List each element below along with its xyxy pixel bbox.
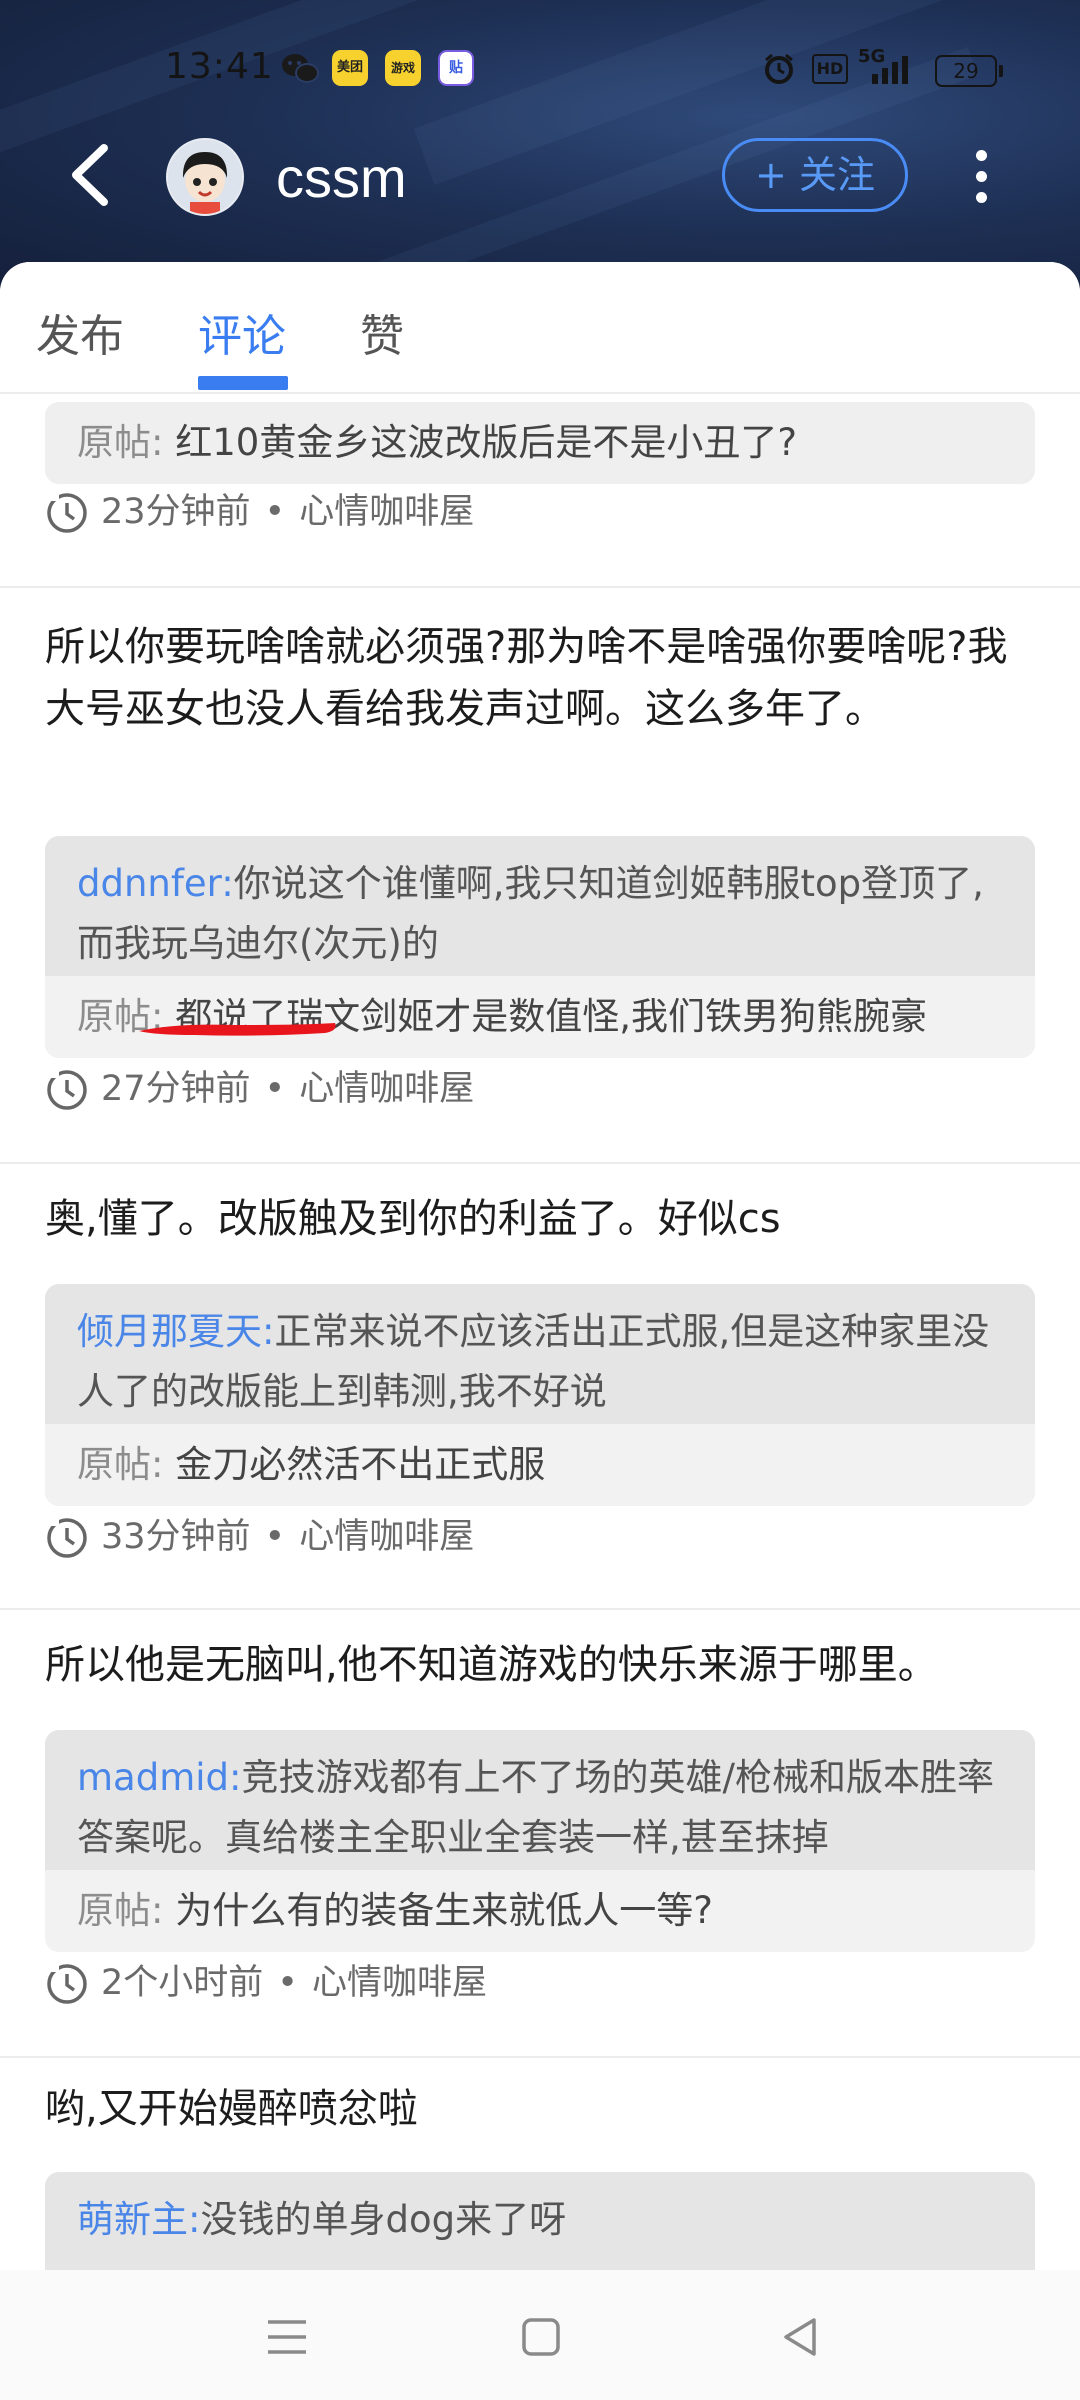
red-underline-mark: [139, 1023, 336, 1036]
origin-post-box[interactable]: 原帖: 红10黄金乡这波改版后是不是小丑了?: [45, 402, 1035, 484]
quoted-reply-box[interactable]: madmid:竞技游戏都有上不了场的英雄/枪械和版本胜率答案呢。真给楼主全职业全…: [45, 1730, 1035, 1952]
reply-username[interactable]: madmid:: [77, 1756, 241, 1799]
status-bar: 13:41 美团 游戏 贴 HD 5G 29: [0, 40, 1080, 100]
reply-username[interactable]: 萌新主:: [77, 2198, 200, 2241]
back-triangle-icon[interactable]: [776, 2312, 826, 2362]
quoted-reply-box[interactable]: 萌新主:没钱的单身dog来了呀: [45, 2172, 1035, 2270]
comment-meta: 23分钟前 • 心情咖啡屋: [45, 487, 474, 537]
comment-time: 27分钟前: [101, 1069, 251, 1109]
alarm-icon: [765, 53, 793, 84]
comment-time: 33分钟前: [101, 1517, 251, 1557]
comment-text: 奥,懂了。改版触及到你的利益了。好似cs: [45, 1196, 781, 1242]
origin-label: 原帖:: [77, 1443, 164, 1486]
comment-time: 2个小时前: [101, 1963, 264, 2003]
origin-text: 红10黄金乡这波改版后是不是小丑了?: [175, 421, 797, 464]
avatar-image: [168, 140, 242, 214]
divider: [0, 1162, 1080, 1164]
tab-active-indicator: [198, 376, 288, 390]
profile-header: 13:41 美团 游戏 贴 HD 5G 29 cssm + 关注: [0, 0, 1080, 290]
meituan-icon: 美团: [332, 50, 368, 86]
forum-name[interactable]: 心情咖啡屋: [299, 1069, 474, 1109]
forum-name[interactable]: 心情咖啡屋: [299, 492, 474, 532]
comment-meta: 27分钟前 • 心情咖啡屋: [45, 1064, 474, 1114]
divider: [0, 2056, 1080, 2058]
forum-name[interactable]: 心情咖啡屋: [312, 1963, 487, 2003]
clock-icon: [47, 1964, 87, 2004]
origin-text: 为什么有的装备生来就低人一等?: [175, 1889, 713, 1932]
back-button[interactable]: [62, 140, 122, 210]
more-options-button[interactable]: [966, 145, 996, 209]
reply-username[interactable]: ddnnfer:: [77, 862, 234, 905]
follow-button[interactable]: + 关注: [722, 138, 908, 212]
tieba-icon: 贴: [438, 50, 474, 86]
comment-meta: 2个小时前 • 心情咖啡屋: [45, 1958, 487, 2008]
hd-icon: HD: [812, 54, 848, 84]
comment-text: 哟,又开始嫚醉喷忿啦: [45, 2086, 418, 2132]
menu-icon[interactable]: [262, 2312, 312, 2362]
meituan-game-icon: 游戏: [385, 50, 421, 86]
forum-name[interactable]: 心情咖啡屋: [299, 1517, 474, 1557]
dot-icon: [975, 192, 987, 203]
divider: [0, 586, 1080, 588]
dot-icon: [975, 150, 987, 161]
tab-comments[interactable]: 评论: [198, 300, 286, 364]
comment-text: 所以你要玩啥啥就必须强?那为啥不是啥强你要啥呢?我大号巫女也没人看给我发声过啊。…: [45, 624, 1008, 732]
system-navigation-bar: [0, 2270, 1080, 2400]
tab-bar: 发布 评论 赞: [0, 262, 1080, 394]
reply-text: 没钱的单身dog来了呀: [200, 2198, 567, 2241]
tab-likes[interactable]: 赞: [360, 300, 404, 364]
dot-icon: [975, 171, 987, 182]
clock-icon: [47, 1070, 87, 1110]
avatar[interactable]: [166, 138, 244, 216]
status-time: 13:41: [165, 46, 274, 87]
divider: [0, 1608, 1080, 1610]
tab-publish[interactable]: 发布: [36, 300, 124, 364]
comment-text: 所以他是无脑叫,他不知道游戏的快乐来源于哪里。: [45, 1642, 938, 1688]
origin-label: 原帖:: [77, 421, 164, 464]
signal-icon: [872, 56, 908, 84]
home-square-icon[interactable]: [516, 2312, 566, 2362]
origin-label: 原帖:: [77, 1889, 164, 1932]
content-panel: 发布 评论 赞 原帖: 红10黄金乡这波改版后是不是小丑了? 23分钟前 • 心情咖…: [0, 262, 1080, 2270]
clock-icon: [47, 1518, 87, 1558]
battery-indicator: 29: [935, 55, 1003, 87]
username: cssm: [276, 146, 407, 209]
wechat-icon: [282, 54, 319, 83]
clock-icon: [47, 493, 87, 533]
comment-time: 23分钟前: [101, 492, 251, 532]
quoted-reply-box[interactable]: 倾月那夏天:正常来说不应该活出正式服,但是这种家里没人了的改版能上到韩测,我不好…: [45, 1284, 1035, 1506]
origin-text: 金刀必然活不出正式服: [175, 1443, 546, 1486]
comment-meta: 33分钟前 • 心情咖啡屋: [45, 1512, 474, 1562]
reply-username[interactable]: 倾月那夏天:: [77, 1310, 274, 1353]
